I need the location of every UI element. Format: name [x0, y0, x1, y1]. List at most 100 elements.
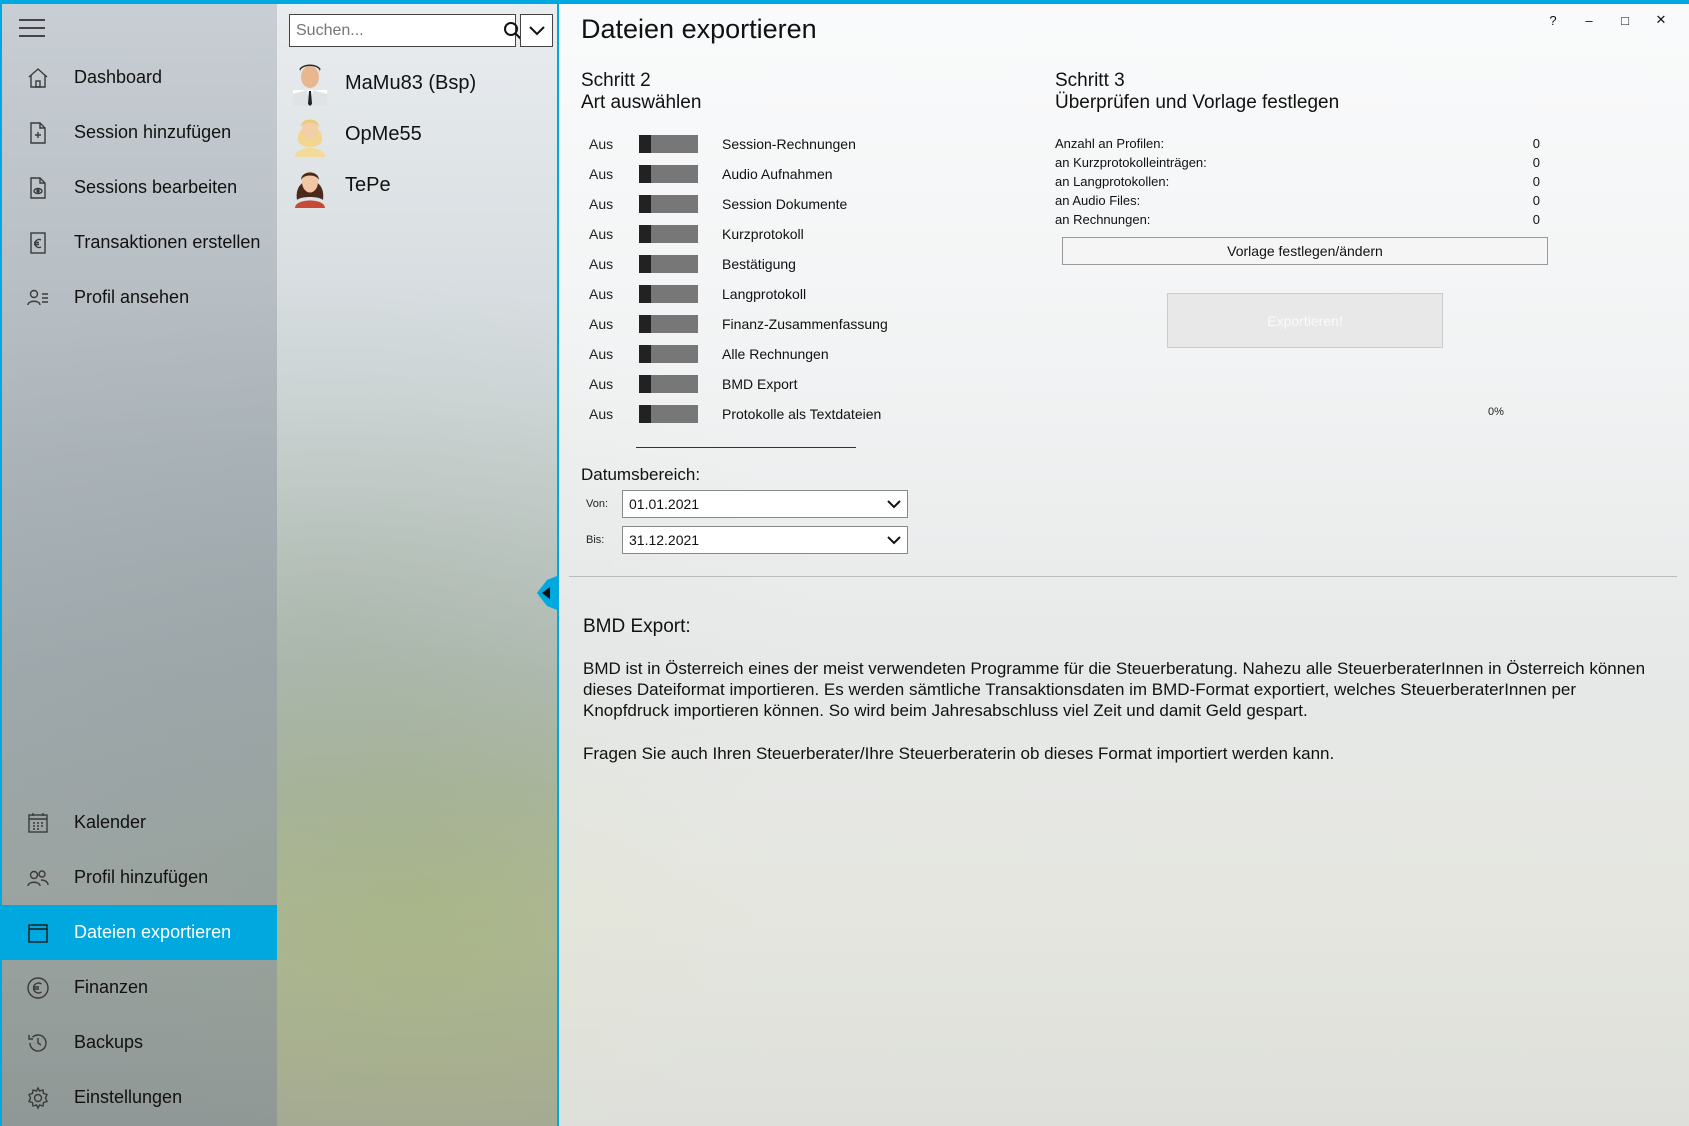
toggle-row-session-rechnungen: Aus Session-Rechnungen [589, 131, 856, 157]
info-paragraph: BMD ist in Österreich eines der meist ve… [583, 659, 1646, 720]
toggle-label: BMD Export [722, 376, 798, 392]
sidebar-item-sessions-bearbeiten[interactable]: Sessions bearbeiten [2, 160, 277, 215]
toggle-state: Aus [589, 346, 614, 362]
stat-label: Anzahl an Profilen: [1055, 136, 1165, 151]
profile-item[interactable]: MaMu83 (Bsp) [289, 59, 549, 107]
sidebar-item-backups[interactable]: Backups [2, 1015, 277, 1070]
history-icon [2, 1031, 74, 1055]
stat-label: an Rechnungen: [1055, 212, 1151, 227]
toggle-label: Kurzprotokoll [722, 226, 804, 242]
calendar-icon [2, 811, 74, 835]
toggle-row-audio-aufnahmen: Aus Audio Aufnahmen [589, 161, 833, 187]
step3-subtitle: Überprüfen und Vorlage festlegen [1055, 92, 1340, 113]
minimize-button[interactable]: – [1571, 8, 1607, 32]
profile-name: TePe [345, 173, 391, 196]
toggle-switch[interactable] [639, 135, 698, 153]
toggle-label: Audio Aufnahmen [722, 166, 833, 182]
avatar [293, 64, 327, 106]
profile-list-icon [2, 286, 74, 310]
search-box [289, 14, 522, 47]
toggle-state: Aus [589, 226, 614, 242]
toggle-switch[interactable] [639, 195, 698, 213]
toggle-label: Protokolle als Textdateien [722, 406, 882, 422]
toggle-row-bestaetigung: Aus Bestätigung [589, 251, 796, 277]
filter-dropdown-button[interactable] [520, 14, 553, 47]
euro-circle-icon [2, 976, 74, 1000]
toggle-switch[interactable] [639, 285, 698, 303]
sidebar-item-kalender[interactable]: Kalender [2, 795, 277, 850]
info-title: BMD Export: [583, 616, 691, 637]
toggle-state: Aus [589, 196, 614, 212]
step2-header: Schritt 2 Art auswählen [581, 70, 701, 114]
toggle-switch[interactable] [639, 225, 698, 243]
sidebar-item-profil-hinzufuegen[interactable]: Profil hinzufügen [2, 850, 277, 905]
sidebar-item-transaktionen-erstellen[interactable]: Transaktionen erstellen [2, 215, 277, 270]
toggle-switch[interactable] [639, 315, 698, 333]
sidebar-item-profil-ansehen[interactable]: Profil ansehen [2, 270, 277, 325]
toggle-row-protokolle-textdateien: Aus Protokolle als Textdateien [589, 401, 881, 427]
sidebar-item-dashboard[interactable]: Dashboard [2, 50, 277, 105]
hamburger-menu-icon[interactable] [19, 19, 45, 39]
sidebar-item-label: Backups [74, 1032, 144, 1052]
sidebar-item-label: Profil ansehen [74, 287, 190, 307]
search-input[interactable] [290, 15, 503, 46]
stat-value: 0 [1532, 136, 1540, 151]
sidebar-item-label: Dateien exportieren [74, 922, 232, 942]
add-people-icon [2, 866, 74, 890]
profile-name: MaMu83 (Bsp) [345, 71, 477, 94]
date-to-picker[interactable]: 31.12.2021 [622, 526, 908, 554]
separator [636, 447, 856, 448]
sidebar-item-label: Kalender [74, 812, 147, 832]
toggle-switch[interactable] [639, 345, 698, 363]
export-window-icon [2, 921, 74, 945]
export-button[interactable]: Exportieren! [1167, 293, 1443, 348]
stat-row-audio: an Audio Files: 0 [1055, 193, 1540, 212]
stat-label: an Kurzprotokolleinträgen: [1055, 155, 1207, 170]
toggle-row-finanz-zusammenfassung: Aus Finanz-Zusammenfassung [589, 311, 888, 337]
sidebar-item-label: Transaktionen erstellen [74, 232, 261, 252]
toggle-label: Langprotokoll [722, 286, 807, 302]
sidebar-item-dateien-exportieren[interactable]: Dateien exportieren [2, 905, 277, 960]
sidebar-item-finanzen[interactable]: Finanzen [2, 960, 277, 1015]
profile-item[interactable]: OpMe55 [289, 110, 549, 158]
euro-document-icon [2, 231, 74, 255]
toggle-row-session-dokumente: Aus Session Dokumente [589, 191, 847, 217]
toggle-switch[interactable] [639, 405, 698, 423]
avatar [295, 171, 325, 208]
stat-row-langprotokoll: an Langprotokollen: 0 [1055, 174, 1540, 193]
toggle-label: Session-Rechnungen [722, 136, 856, 152]
profile-item[interactable]: TePe [289, 161, 549, 209]
main-content: ? – □ ✕ Dateien exportieren Schritt 2 Ar… [559, 4, 1689, 1126]
toggle-row-bmd-export: Aus BMD Export [589, 371, 797, 397]
toggle-label: Alle Rechnungen [722, 346, 829, 362]
page-title: Dateien exportieren [581, 14, 817, 44]
toggle-row-kurzprotokoll: Aus Kurzprotokoll [589, 221, 804, 247]
toggle-label: Finanz-Zusammenfassung [722, 316, 888, 332]
sidebar-item-einstellungen[interactable]: Einstellungen [2, 1070, 277, 1125]
step3-title: Schritt 3 [1055, 70, 1125, 91]
sidebar-item-session-hinzufuegen[interactable]: Session hinzufügen [2, 105, 277, 160]
close-button[interactable]: ✕ [1643, 8, 1679, 32]
date-to-value: 31.12.2021 [629, 532, 700, 548]
date-to-label: Bis: [586, 534, 605, 546]
set-template-button[interactable]: Vorlage festlegen/ändern [1062, 237, 1548, 265]
toggle-label: Session Dokumente [722, 196, 848, 212]
progress-percent: 0% [1488, 406, 1504, 418]
chevron-down-icon [528, 25, 545, 35]
sidebar-item-label: Profil hinzufügen [74, 867, 209, 887]
stat-row-profiles: Anzahl an Profilen: 0 [1055, 136, 1540, 155]
date-from-picker[interactable]: 01.01.2021 [622, 490, 908, 518]
chevron-down-icon [887, 499, 901, 508]
toggle-switch[interactable] [639, 255, 698, 273]
toggle-switch[interactable] [639, 165, 698, 183]
stat-value: 0 [1532, 155, 1540, 170]
add-document-icon [2, 121, 74, 145]
help-button[interactable]: ? [1535, 8, 1571, 32]
toggle-state: Aus [589, 406, 614, 422]
collapse-panel-arrow-icon[interactable] [537, 576, 557, 610]
toggle-state: Aus [589, 136, 614, 152]
toggle-switch[interactable] [639, 375, 698, 393]
sidebar: Dashboard Session hinzufügen Sessions be… [2, 4, 277, 1126]
toggle-row-langprotokoll: Aus Langprotokoll [589, 281, 806, 307]
maximize-button[interactable]: □ [1607, 8, 1643, 32]
